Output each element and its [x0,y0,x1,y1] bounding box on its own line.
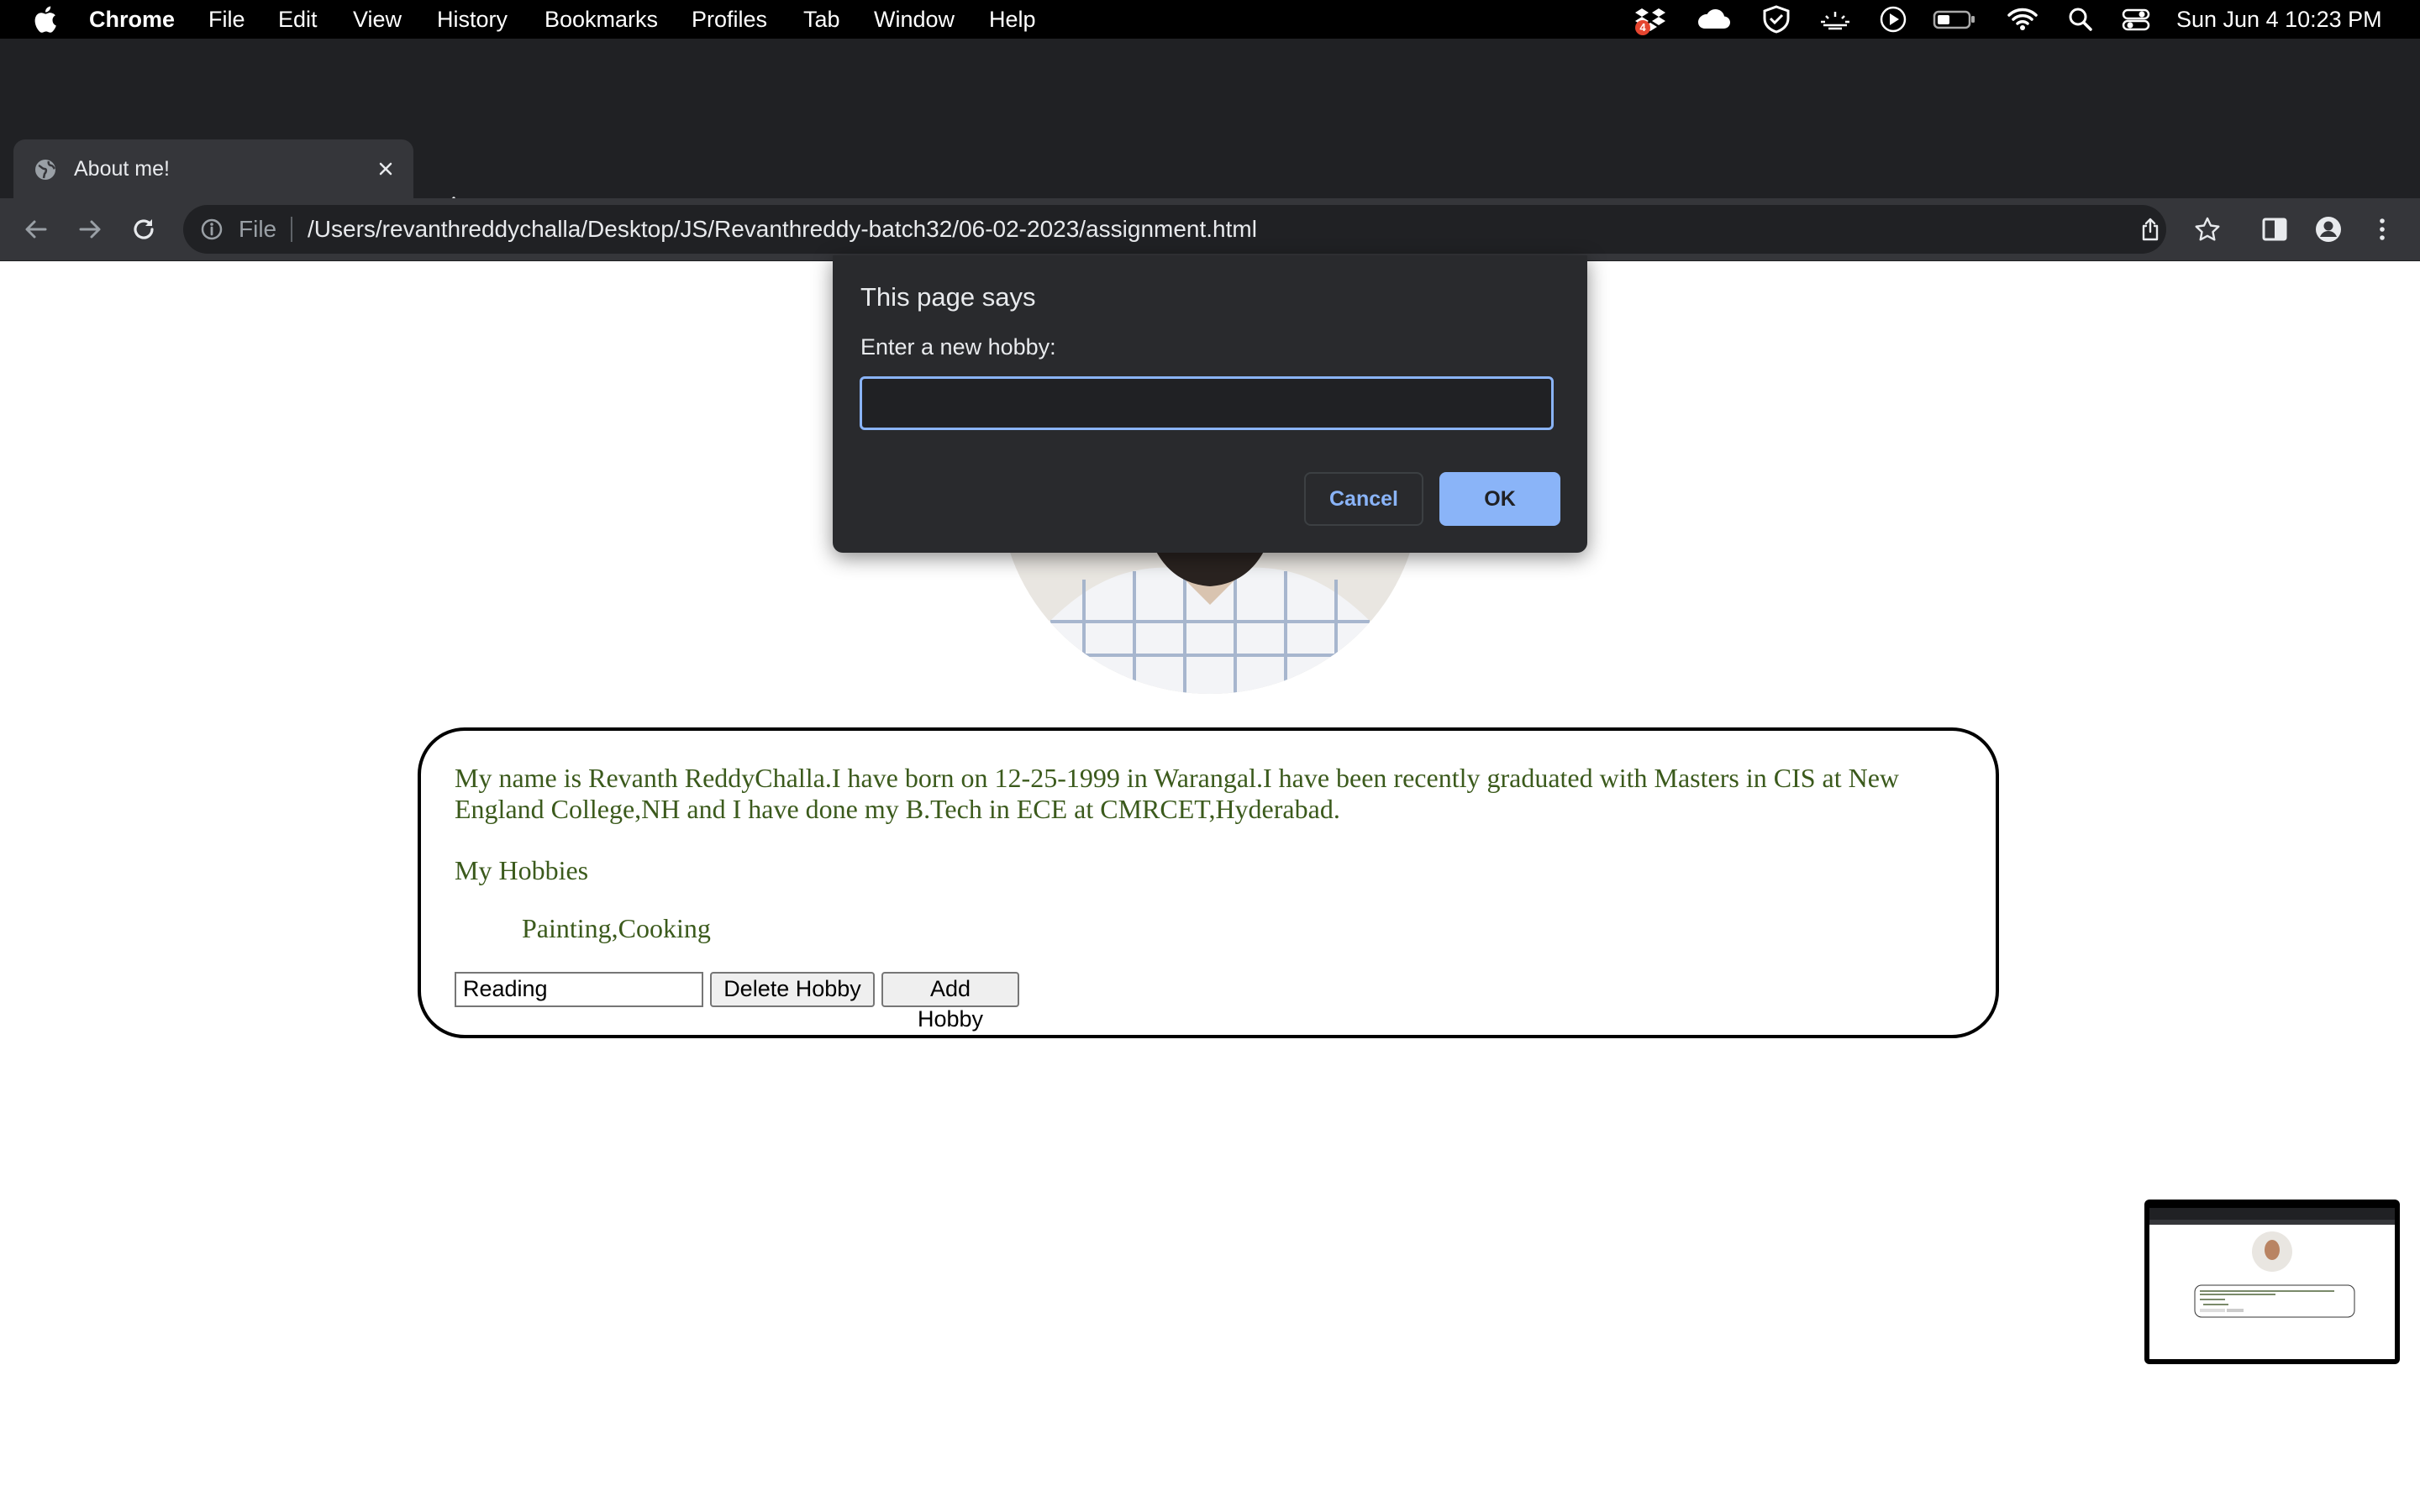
reload-icon[interactable] [129,215,158,244]
menu-view[interactable]: View [353,5,402,34]
cancel-button[interactable]: Cancel [1304,472,1423,526]
menu-app-name[interactable]: Chrome [89,5,175,34]
menu-window[interactable]: Window [874,5,955,34]
battery-icon [1933,10,1975,29]
tab-about-me[interactable]: About me! [13,139,413,198]
forward-icon[interactable] [76,215,104,244]
screenshot-thumbnail[interactable] [2144,1200,2400,1364]
info-icon[interactable] [200,218,224,241]
prompt-dialog: This page says Enter a new hobby: Cancel… [833,255,1587,553]
delete-hobby-button[interactable]: Delete Hobby [710,972,875,1007]
wifi-icon[interactable] [2007,5,2039,34]
hobby-input[interactable]: Reading [455,972,703,1007]
macos-menu-bar: Chrome File Edit View History Bookmarks … [0,0,2420,39]
address-bar[interactable]: File /Users/revanthreddychalla/Desktop/J… [183,205,2166,254]
kebab-menu-icon[interactable] [2368,215,2396,244]
profile-icon[interactable] [2314,215,2343,244]
globe-icon [35,160,55,180]
thumbnail-preview-image [2149,1205,2395,1318]
hobbies-list: Painting,Cooking [522,913,711,943]
control-center-icon[interactable] [2121,5,2151,34]
dialog-input[interactable] [860,376,1554,430]
apple-icon[interactable] [32,6,57,33]
bio-paragraph: My name is Revanth ReddyChalla.I have bo… [455,763,1900,824]
hobbies-heading: My Hobbies [455,855,589,885]
url-text[interactable]: /Users/revanthreddychalla/Desktop/JS/Rev… [308,214,1257,244]
about-card: My name is Revanth ReddyChalla.I have bo… [418,727,1999,1038]
browser-toolbar: File /Users/revanthreddychalla/Desktop/J… [0,198,2420,261]
icloud-icon[interactable] [1696,5,1731,34]
menu-tab[interactable]: Tab [803,5,840,34]
menu-history[interactable]: History [437,5,508,34]
omnibox-divider [291,217,292,242]
menubar-clock[interactable]: Sun Jun 4 10:23 PM [2176,5,2382,34]
spotlight-icon[interactable] [2067,5,2094,34]
tab-title: About me! [74,157,170,181]
close-icon[interactable] [375,158,397,180]
play-icon[interactable] [1879,5,1907,34]
night-shift-icon[interactable] [1818,5,1852,34]
dropbox-badge: 4 [1635,20,1650,35]
back-icon[interactable] [22,215,50,244]
url-scheme-label: File [239,216,277,242]
menu-file[interactable]: File [208,5,245,34]
share-icon[interactable] [2138,217,2163,242]
menu-profiles[interactable]: Profiles [692,5,767,34]
thumbnail-preview [2149,1205,2395,1359]
browser-tab-strip: About me! [0,39,2420,220]
ok-button[interactable]: OK [1439,472,1560,526]
star-icon[interactable] [2193,215,2222,244]
side-panel-icon[interactable] [2260,215,2289,244]
dialog-message: Enter a new hobby: [860,334,1056,360]
add-hobby-button[interactable]: Add Hobby [881,972,1019,1032]
dialog-title: This page says [860,282,1036,312]
shield-icon[interactable] [1761,5,1791,34]
menu-help[interactable]: Help [989,5,1036,34]
menu-edit[interactable]: Edit [278,5,318,34]
menu-bookmarks[interactable]: Bookmarks [544,5,658,34]
